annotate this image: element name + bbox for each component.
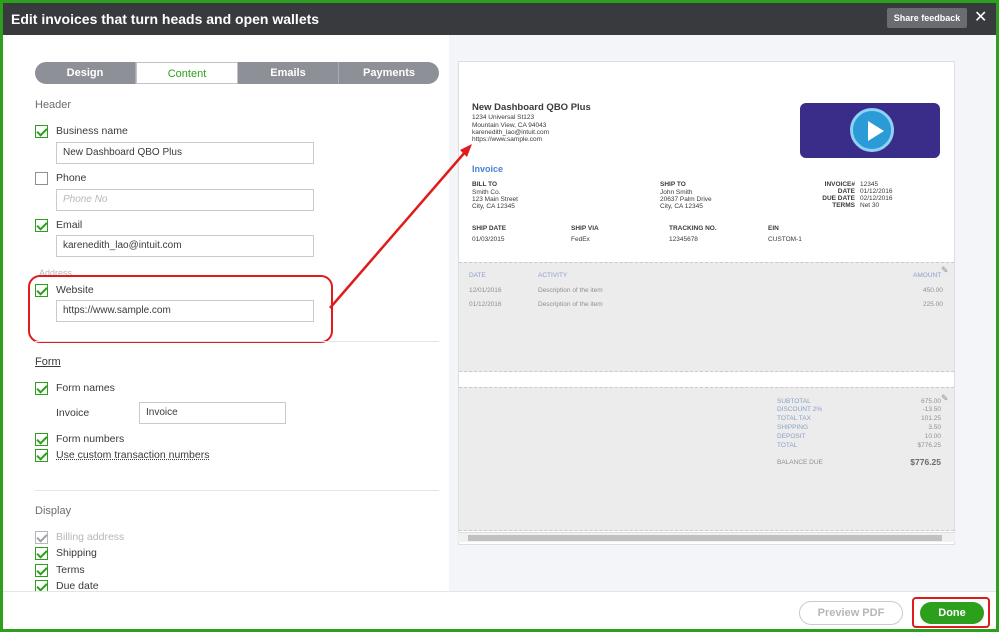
meta-label: TERMS (832, 202, 855, 209)
row-date: 01/12/2016 (469, 301, 502, 308)
form-names-label: Form names (56, 382, 115, 394)
preview-pdf-button[interactable]: Preview PDF (799, 601, 903, 625)
totals-label: SHIPPING (777, 424, 809, 431)
preview-scrollbar[interactable] (458, 532, 955, 542)
totals-label: DISCOUNT 2% (777, 406, 823, 413)
row-activity: Description of the item (538, 287, 603, 294)
totals-value: 675.00 (921, 398, 941, 405)
divider (35, 490, 439, 491)
terms-checkbox[interactable] (35, 564, 48, 577)
row-activity: Description of the item (538, 301, 603, 308)
form-numbers-checkbox[interactable] (35, 433, 48, 446)
done-button[interactable]: Done (920, 602, 984, 624)
shipping-label: Shipping (56, 547, 97, 559)
scrollbar-thumb[interactable] (468, 535, 942, 541)
balance-due-label: BALANCE DUE (777, 459, 823, 466)
ship-via-heading: SHIP VIA (571, 225, 599, 232)
col-date: DATE (469, 272, 486, 279)
modal-title: Edit invoices that turn heads and open w… (11, 11, 320, 27)
tab-emails[interactable]: Emails (238, 62, 339, 84)
content-settings-panel: Design Content Emails Payments Header Bu… (3, 35, 448, 591)
email-input[interactable]: karenedith_lao@intuit.com (56, 235, 314, 257)
inv-address-1: 1234 Universal St123 (472, 114, 535, 121)
terms-label: Terms (56, 564, 85, 576)
ship-date-heading: SHIP DATE (472, 225, 507, 232)
due-date-label: Due date (56, 580, 99, 591)
invoice-name-label: Invoice (56, 407, 90, 419)
billing-address-label: Billing address (56, 531, 125, 543)
totals-value: 3.50 (928, 424, 941, 431)
totals-value: 101.25 (921, 415, 941, 422)
inv-title: Invoice (472, 164, 504, 174)
totals-label: DEPOSIT (777, 433, 806, 440)
ship-to-line: City, CA 12345 (660, 203, 703, 210)
line-items-area (459, 262, 954, 372)
totals-value: -13.50 (922, 406, 941, 413)
title-bar: Edit invoices that turn heads and open w… (3, 3, 996, 35)
totals-area (459, 387, 954, 531)
edit-pencil-icon[interactable]: ✎ (941, 265, 949, 276)
header-section-title: Header (35, 99, 72, 111)
row-amount: 225.00 (923, 301, 943, 308)
custom-numbers-label[interactable]: Use custom transaction numbers (56, 449, 209, 461)
row-amount: 450.00 (923, 287, 943, 294)
bill-to-heading: BILL TO (472, 181, 498, 188)
due-date-checkbox[interactable] (35, 580, 48, 591)
totals-label: TOTAL TAX (777, 415, 811, 422)
totals-label: SUBTOTAL (777, 398, 811, 405)
col-activity: ACTIVITY (538, 272, 568, 279)
business-name-input[interactable]: New Dashboard QBO Plus (56, 142, 314, 164)
website-highlight-annotation (28, 275, 333, 343)
form-names-checkbox[interactable] (35, 382, 48, 395)
business-name-label: Business name (56, 125, 128, 137)
phone-checkbox[interactable] (35, 172, 48, 185)
tracking-heading: TRACKING NO. (669, 225, 717, 232)
tracking-value: 12345678 (669, 236, 698, 243)
ship-to-heading: SHIP TO (660, 181, 686, 188)
ship-via-value: FedEx (571, 236, 590, 243)
divider (35, 341, 439, 342)
tab-content[interactable]: Content (136, 62, 238, 84)
tab-design[interactable]: Design (35, 62, 136, 84)
phone-input[interactable]: Phone No (56, 189, 314, 211)
business-name-checkbox[interactable] (35, 125, 48, 138)
row-date: 12/01/2016 (469, 287, 502, 294)
email-label: Email (56, 219, 83, 231)
company-logo-banner (800, 103, 940, 158)
display-section-title: Display (35, 505, 72, 517)
totals-label: TOTAL (777, 442, 798, 449)
settings-tabs: Design Content Emails Payments (35, 62, 439, 84)
bill-to-line: City, CA 12345 (472, 203, 515, 210)
balance-due-value: $776.25 (910, 457, 941, 467)
billing-address-checkbox (35, 531, 48, 544)
inv-website: https://www.sample.com (472, 136, 543, 143)
close-icon[interactable]: ✕ (974, 7, 987, 27)
edit-pencil-icon[interactable]: ✎ (941, 393, 949, 404)
col-amount: AMOUNT (913, 272, 942, 279)
inv-company-name: New Dashboard QBO Plus (472, 102, 591, 113)
meta-value: Net 30 (860, 202, 880, 209)
play-icon (850, 108, 894, 152)
ein-value: CUSTOM-1 (768, 236, 802, 243)
phone-label: Phone (56, 172, 87, 184)
share-feedback-button[interactable]: Share feedback (887, 8, 967, 28)
custom-numbers-checkbox[interactable] (35, 449, 48, 462)
form-section-title: Form (35, 356, 61, 368)
shipping-checkbox[interactable] (35, 547, 48, 560)
invoice-name-input[interactable]: Invoice (139, 402, 286, 424)
totals-value: 10.00 (924, 433, 941, 440)
form-numbers-label: Form numbers (56, 433, 125, 445)
tab-payments[interactable]: Payments (339, 62, 439, 84)
ship-date-value: 01/03/2015 (472, 236, 505, 243)
email-checkbox[interactable] (35, 219, 48, 232)
ein-heading: EIN (768, 225, 779, 232)
totals-value: $776.25 (917, 442, 942, 449)
